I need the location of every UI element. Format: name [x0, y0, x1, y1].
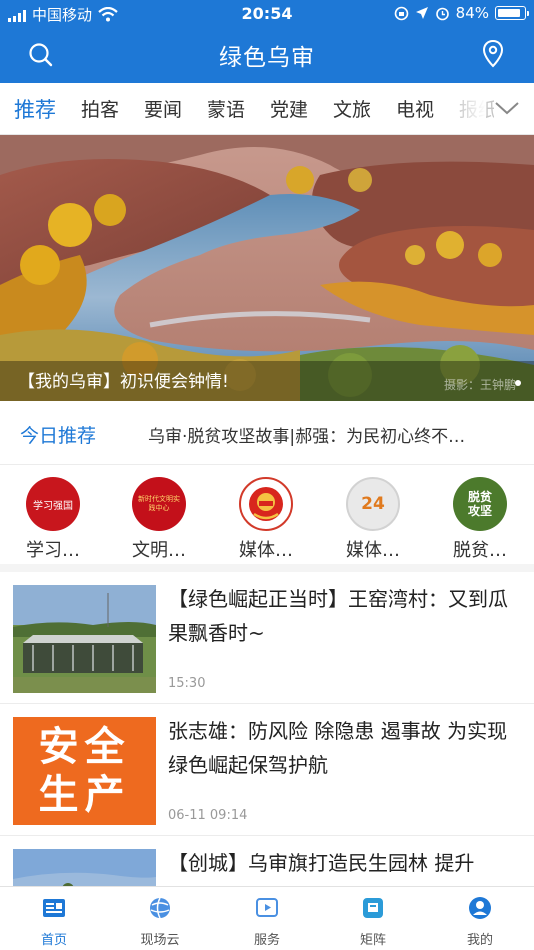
- nav-service[interactable]: 服务: [227, 895, 307, 948]
- today-recommend-headline[interactable]: 乌审·脱贫攻坚故事|郝强：为民初心终不…: [148, 422, 518, 447]
- tab-party[interactable]: 党建: [270, 95, 308, 122]
- banner-caption: 【我的乌审】初识便会钟情!: [18, 372, 229, 392]
- alarm-icon: [435, 7, 449, 20]
- screen-lock-icon: [394, 6, 408, 20]
- top-bar: 中国移动 20:54 84% 绿色乌审: [0, 0, 534, 83]
- app-screen: 中国移动 20:54 84% 绿色乌审 推荐 拍客 要闻 蒙语 党建 文旅 电视…: [0, 0, 534, 950]
- news-thumbnail: [13, 849, 156, 886]
- shortcut-poverty[interactable]: 脱贫攻坚 脱贫…: [427, 477, 533, 562]
- photo-credit: 摄影：王钟鹏: [443, 378, 516, 392]
- today-recommend[interactable]: 今日推荐 乌审·脱贫攻坚故事|郝强：为民初心终不…: [0, 401, 534, 465]
- 24-hour-service-icon: 24: [346, 477, 400, 531]
- location-arrow-icon: [415, 7, 428, 19]
- shortcut-label: 脱贫…: [453, 540, 507, 561]
- nav-label: 矩阵: [359, 933, 386, 948]
- hero-banner[interactable]: 【我的乌审】初识便会钟情! 摄影：王钟鹏: [0, 135, 534, 401]
- safety-production-thumbnail: 安全 生产: [13, 717, 156, 825]
- tab-tv[interactable]: 电视: [396, 95, 434, 122]
- civilization-center-logo-icon: 新时代文明实践中心: [132, 477, 186, 531]
- home-news-icon: [43, 899, 65, 917]
- tab-paike[interactable]: 拍客: [81, 95, 119, 122]
- globe-icon: [150, 897, 170, 919]
- shortcut-label: 文明…: [132, 540, 186, 561]
- tab-mongolian[interactable]: 蒙语: [207, 95, 245, 122]
- shortcut-label: 媒体…: [346, 540, 400, 561]
- news-item[interactable]: 【创城】乌审旗打造民生园林 提升: [0, 836, 534, 886]
- shortcut-media-1[interactable]: 媒体…: [213, 477, 319, 562]
- shortcut-civilization[interactable]: 新时代文明实践中心 文明…: [106, 477, 212, 562]
- nav-home[interactable]: 首页: [14, 895, 94, 948]
- poverty-alleviation-icon: 脱贫攻坚: [453, 477, 507, 531]
- chevron-down-icon[interactable]: [494, 95, 520, 121]
- news-item[interactable]: 【绿色崛起正当时】王窑湾村：又到瓜果飘香时~ 15:30: [0, 572, 534, 704]
- shortcut-label: 学习…: [26, 540, 80, 561]
- battery-icon: [495, 6, 529, 20]
- location-pin-icon[interactable]: [480, 39, 506, 69]
- nav-label: 现场云: [140, 933, 180, 948]
- tab-news[interactable]: 要闻: [144, 95, 182, 122]
- nav-live-cloud[interactable]: 现场云: [120, 895, 200, 948]
- nav-label: 我的: [466, 933, 493, 948]
- channel-tabs: 推荐 拍客 要闻 蒙语 党建 文旅 电视 报纸: [0, 83, 534, 135]
- news-time: 06-11 09:14: [168, 808, 248, 823]
- page-title: 绿色乌审: [219, 45, 315, 71]
- news-headline: 张志雄：防风险 除隐患 遏事故 为实现绿色崛起保驾护航: [168, 719, 508, 777]
- status-bar: 中国移动 20:54 84%: [0, 0, 534, 28]
- news-headline: 【绿色崛起正当时】王窑湾村：又到瓜果飘香时~: [168, 587, 508, 645]
- news-time: 15:30: [168, 676, 206, 691]
- shortcut-media-2[interactable]: 24 媒体…: [320, 477, 426, 562]
- matrix-icon: [363, 898, 383, 918]
- nav-label: 服务: [253, 933, 280, 948]
- play-icon: [256, 898, 278, 917]
- news-thumbnail: [13, 585, 156, 693]
- user-icon: [469, 897, 491, 919]
- tab-recommend[interactable]: 推荐: [14, 94, 56, 124]
- shortcut-row: 学习强国 学习… 新时代文明实践中心 文明… 媒体… 24 媒体… 脱贫攻坚 脱…: [0, 465, 534, 572]
- news-headline: 【创城】乌审旗打造民生园林 提升: [168, 851, 475, 875]
- national-emblem-icon: [239, 477, 293, 531]
- tab-culture-travel[interactable]: 文旅: [333, 95, 371, 122]
- nav-matrix[interactable]: 矩阵: [333, 895, 413, 948]
- battery-percent: 84%: [455, 4, 489, 22]
- carousel-indicator: [515, 380, 521, 386]
- shortcut-label: 媒体…: [239, 540, 293, 561]
- nav-label: 首页: [40, 933, 67, 948]
- xuexi-qiangguo-logo-icon: 学习强国: [26, 477, 80, 531]
- shortcut-xuexi[interactable]: 学习强国 学习…: [0, 477, 106, 562]
- nav-profile[interactable]: 我的: [440, 895, 520, 948]
- today-recommend-label: 今日推荐: [20, 425, 97, 447]
- bottom-nav: 首页 现场云 服务 矩阵 我的: [0, 886, 534, 950]
- app-header: 绿色乌审: [0, 28, 534, 83]
- news-item[interactable]: 安全 生产 张志雄：防风险 除隐患 遏事故 为实现绿色崛起保驾护航 06-11 …: [0, 704, 534, 836]
